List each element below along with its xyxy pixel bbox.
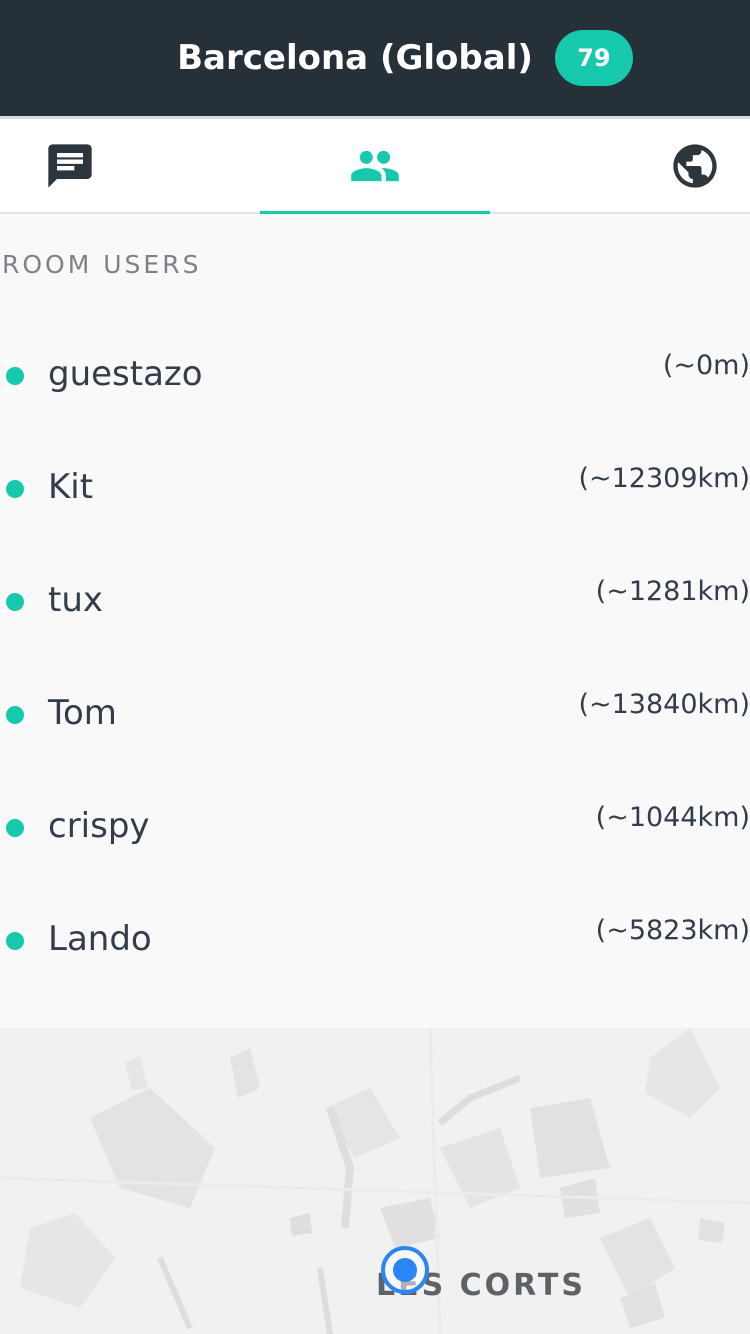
user-name: Tom [48, 693, 117, 733]
online-status-icon [6, 706, 24, 724]
online-status-icon [6, 480, 24, 498]
online-status-icon [6, 367, 24, 385]
list-item[interactable]: Tom (~13840km) [0, 659, 750, 772]
tab-users[interactable] [250, 119, 500, 214]
user-count-badge[interactable]: 79 [554, 30, 633, 86]
user-name: Lando [48, 919, 152, 959]
user-distance: (~0m) [662, 350, 750, 381]
user-distance: (~1044km) [595, 802, 750, 833]
list-item[interactable]: guestazo (~0m) [0, 320, 750, 433]
user-name: Kit [48, 467, 94, 507]
user-list: guestazo (~0m) Kit (~12309km) tux (~1281… [0, 320, 750, 998]
user-distance: (~13840km) [578, 689, 750, 720]
list-item[interactable]: crispy (~1044km) [0, 772, 750, 885]
app-screen: Barcelona (Global) 79 ROOM USERS guestaz… [0, 0, 750, 1334]
location-marker-icon[interactable] [381, 1246, 429, 1294]
list-item[interactable]: Lando (~5823km) [0, 885, 750, 998]
tab-chat[interactable] [0, 119, 250, 212]
online-status-icon [6, 932, 24, 950]
user-distance: (~5823km) [595, 915, 750, 946]
online-status-icon [6, 819, 24, 837]
room-title: Barcelona (Global) [177, 38, 533, 78]
user-distance: (~1281km) [595, 576, 750, 607]
users-icon [351, 150, 399, 181]
list-item[interactable]: tux (~1281km) [0, 546, 750, 659]
user-name: tux [48, 580, 104, 620]
user-name: crispy [48, 806, 150, 846]
tab-bar [0, 116, 750, 214]
user-distance: (~12309km) [578, 463, 750, 494]
globe-icon [673, 143, 717, 188]
section-heading: ROOM USERS [2, 250, 202, 279]
header: Barcelona (Global) 79 [0, 0, 750, 116]
list-item[interactable]: Kit (~12309km) [0, 433, 750, 546]
tab-globe[interactable] [500, 119, 750, 212]
user-name: guestazo [48, 354, 203, 394]
chat-icon [48, 143, 92, 188]
map-shapes [0, 1028, 750, 1334]
online-status-icon [6, 593, 24, 611]
map-view[interactable] [0, 1028, 750, 1334]
